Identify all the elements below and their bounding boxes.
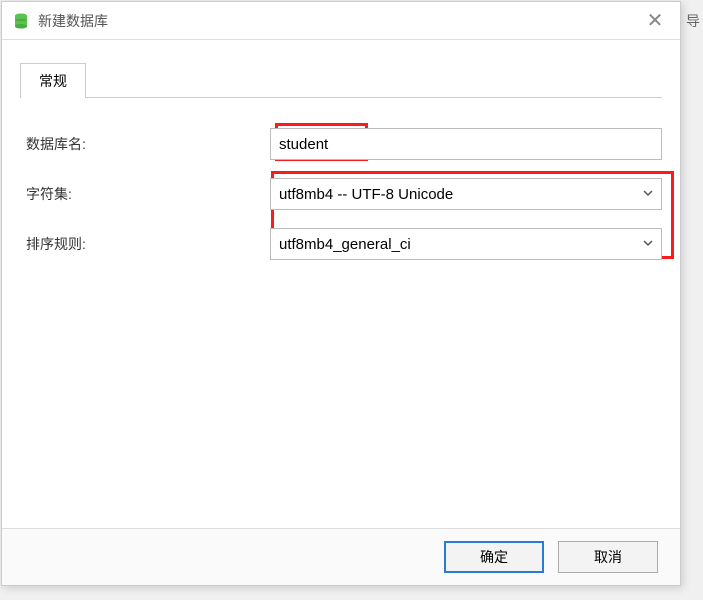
row-charset: 字符集: utf8mb4 -- UTF-8 Unicode: [20, 178, 662, 210]
label-charset: 字符集:: [20, 184, 270, 204]
database-icon: [12, 12, 30, 30]
close-icon: ✕: [647, 8, 664, 33]
new-database-dialog: 新建数据库 ✕ 常规 数据库名字 数据库名: 字符集: utf8mb4 -- U…: [1, 1, 681, 586]
db-name-input[interactable]: [270, 128, 662, 160]
dialog-title: 新建数据库: [38, 11, 640, 31]
dialog-footer: 确定 取消: [2, 528, 680, 585]
tab-bar: 常规: [2, 40, 680, 97]
titlebar: 新建数据库 ✕: [2, 2, 680, 40]
row-collation: 排序规则: utf8mb4_general_ci: [20, 228, 662, 260]
row-db-name: 数据库名:: [20, 128, 662, 160]
close-button[interactable]: ✕: [640, 6, 670, 36]
ok-button[interactable]: 确定: [444, 541, 544, 573]
background-window-fragment: 导: [683, 6, 703, 36]
charset-select[interactable]: utf8mb4 -- UTF-8 Unicode: [270, 178, 662, 210]
label-collation: 排序规则:: [20, 234, 270, 254]
collation-select[interactable]: utf8mb4_general_ci: [270, 228, 662, 260]
collation-value: utf8mb4_general_ci: [279, 236, 411, 253]
cancel-button[interactable]: 取消: [558, 541, 658, 573]
label-db-name: 数据库名:: [20, 134, 270, 154]
charset-value: utf8mb4 -- UTF-8 Unicode: [279, 186, 453, 203]
dialog-content: 数据库名字 数据库名: 字符集: utf8mb4 -- UTF-8 Unicod…: [20, 97, 662, 528]
tab-general[interactable]: 常规: [20, 63, 86, 98]
